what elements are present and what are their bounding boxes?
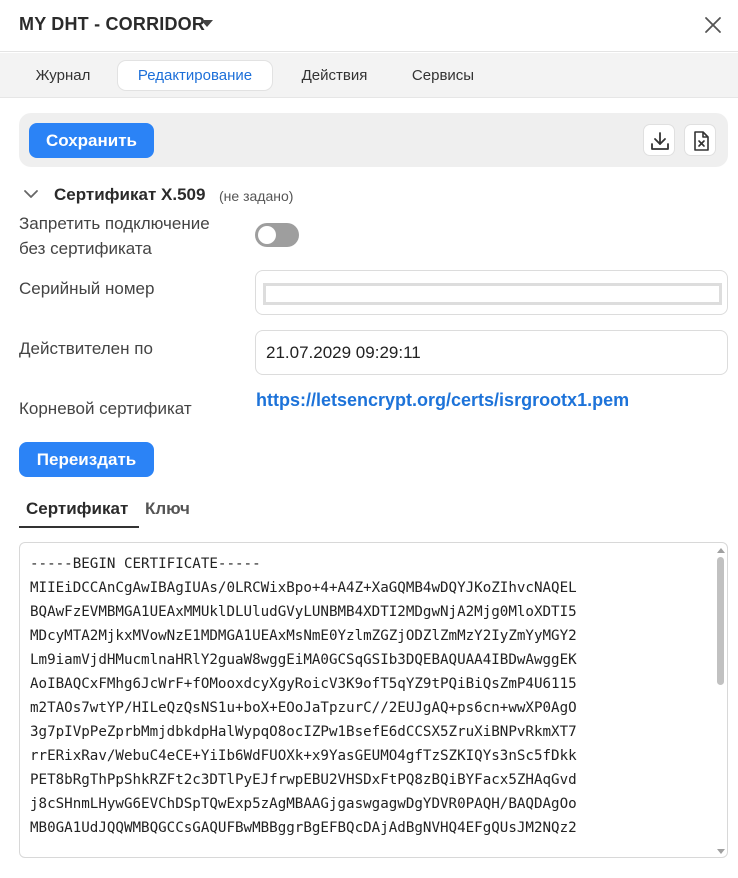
toggle-knob <box>258 226 276 244</box>
certificate-line: m2TAOs7wtYP/HILeQzQsNS1u+boX+EOoJaTpzurC… <box>30 700 577 716</box>
scroll-up-arrow-icon[interactable] <box>717 548 725 553</box>
certificate-line: MIIEiDCCAnCgAwIBAgIUAs/0LRCWixBpo+4+A4Z+… <box>30 580 577 596</box>
dialog-header: MY DHT - CORRIDOR <box>0 0 738 52</box>
file-delete-icon <box>694 131 709 151</box>
caret-down-icon[interactable] <box>201 20 213 27</box>
close-icon[interactable] <box>702 14 724 36</box>
save-button[interactable]: Сохранить <box>29 123 154 158</box>
device-title[interactable]: MY DHT - CORRIDOR <box>19 14 205 35</box>
root-cert-link[interactable]: https://letsencrypt.org/certs/isrgrootx1… <box>256 390 629 411</box>
certificate-line: MB0GA1UdJQQWMBQGCCsGAQUFBwMBBggrBgEFBQcD… <box>30 820 577 836</box>
serial-number-inner-field <box>263 283 722 305</box>
certificate-text: -----BEGIN CERTIFICATE----- MIIEiDCCAnCg… <box>30 552 577 840</box>
certificate-line: AoIBAQCxFMhg6JcWrF+fOMooxdcyXgyRoicV3K9o… <box>30 676 577 692</box>
deny-label-line1: Запретить подключение <box>19 214 210 233</box>
certificate-line: PET8bRgThPpShkRZFt2c3DTlPyEJfrwpEBU2VHSD… <box>30 772 577 788</box>
tab-services[interactable]: Сервисы <box>397 61 489 90</box>
chevron-down-icon[interactable] <box>22 188 40 202</box>
tab-certificate[interactable]: Сертификат <box>19 495 139 528</box>
certificate-line: j8cSHnmLHywG6EVChDSpTQwExp5zAgMBAAGjgasw… <box>30 796 577 812</box>
scroll-thumb[interactable] <box>717 557 724 685</box>
download-icon <box>651 132 669 150</box>
download-button[interactable] <box>643 124 675 156</box>
certificate-line: Lm9iamVjdHMucmlnaHRlY2guaW8wggEiMA0GCSqG… <box>30 652 577 668</box>
edit-toolbar: Сохранить <box>19 113 728 167</box>
certificate-line: MDcyMTA2MjkxMVowNzE1MDMGA1UEAxMsNmE0Yzlm… <box>30 628 577 644</box>
certificate-line: BQAwFzEVMBMGA1UEAxMMUklDLUludGVyLUNBMB4X… <box>30 604 577 620</box>
delete-file-button[interactable] <box>684 124 716 156</box>
valid-until-input[interactable] <box>255 330 728 375</box>
root-cert-label: Корневой сертификат <box>19 399 192 418</box>
reissue-button[interactable]: Переиздать <box>19 442 154 477</box>
certificate-scrollbar[interactable] <box>716 548 726 854</box>
deny-label-line2: без сертификата <box>19 239 152 258</box>
scroll-down-arrow-icon[interactable] <box>717 849 725 854</box>
certificate-line: 3g7pIVpPeZprbMmjdbkdpHalWypqO8ocIZPw1Bse… <box>30 724 577 740</box>
certificate-textarea[interactable]: -----BEGIN CERTIFICATE----- MIIEiDCCAnCg… <box>19 542 728 858</box>
tab-journal[interactable]: Журнал <box>21 61 105 90</box>
tab-actions[interactable]: Действия <box>287 61 382 90</box>
tab-key[interactable]: Ключ <box>145 495 190 528</box>
section-status: (не задано) <box>219 188 294 204</box>
certificate-line: -----BEGIN CERTIFICATE----- <box>30 556 261 572</box>
deny-without-cert-toggle[interactable] <box>255 223 299 247</box>
tab-bar: Журнал Редактирование Действия Сервисы <box>0 53 738 98</box>
valid-until-label: Действителен по <box>19 339 153 358</box>
section-title: Сертификат X.509 <box>54 185 206 204</box>
serial-number-label: Серийный номер <box>19 279 155 298</box>
certificate-line: rrERixRav/WebuC4eCE+YiIb6WdFUOXk+x9YasGE… <box>30 748 577 764</box>
tab-edit[interactable]: Редактирование <box>118 61 272 90</box>
deny-without-cert-label: Запретить подключение без сертификата <box>19 211 210 261</box>
